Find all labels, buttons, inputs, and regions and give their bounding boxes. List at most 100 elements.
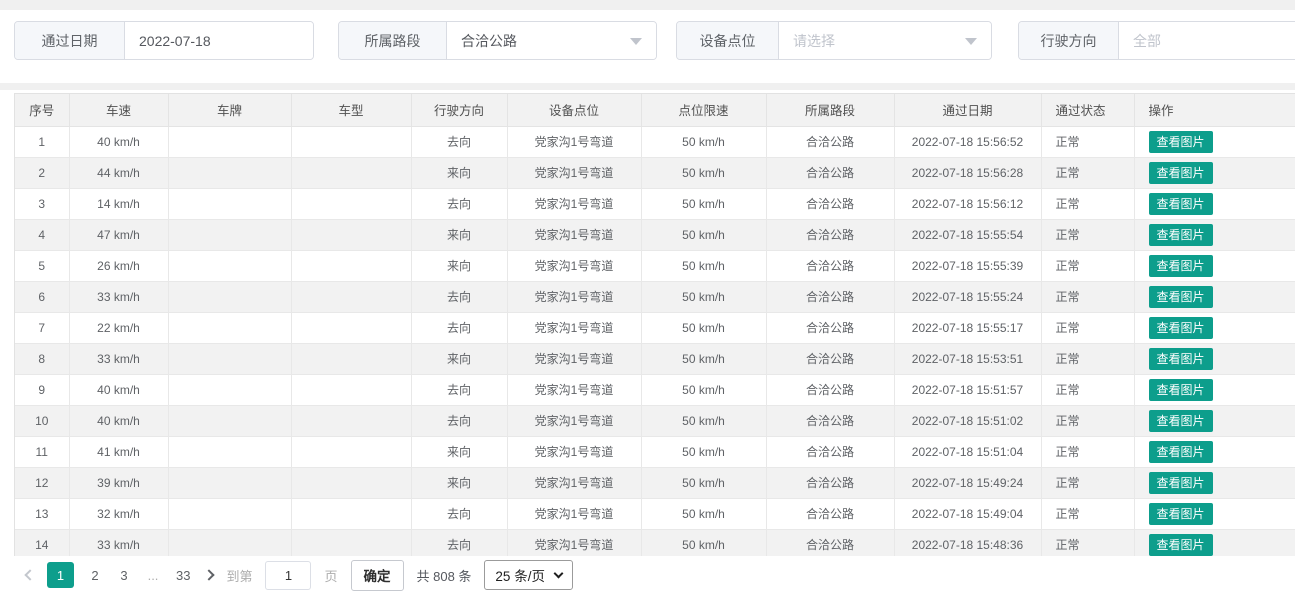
page-button-2[interactable]: 2 — [87, 562, 103, 588]
page-button-33[interactable]: 33 — [174, 562, 192, 588]
cell-status: 正常 — [1041, 374, 1134, 405]
prev-page-button[interactable] — [26, 571, 34, 579]
table-row: 244 km/h来向党家沟1号弯道50 km/h合洽公路2022-07-18 1… — [15, 157, 1295, 188]
cell-status: 正常 — [1041, 312, 1134, 343]
page-size-select[interactable]: 25 条/页 — [484, 560, 573, 590]
cell-time: 2022-07-18 15:55:54 — [894, 219, 1041, 250]
cell-direction: 来向 — [411, 219, 507, 250]
goto-page-input[interactable] — [265, 561, 311, 590]
road-section-select[interactable]: 合洽公路 — [447, 22, 656, 59]
view-image-button[interactable]: 查看图片 — [1149, 162, 1213, 184]
column-header-6: 设备点位 — [507, 94, 641, 126]
cell-speed: 40 km/h — [69, 374, 168, 405]
cell-no: 6 — [15, 281, 69, 312]
cell-model — [291, 250, 411, 281]
cell-limit: 50 km/h — [641, 157, 766, 188]
cell-status: 正常 — [1041, 281, 1134, 312]
cell-plate — [168, 343, 291, 374]
device-point-select[interactable]: 请选择 — [779, 22, 991, 59]
view-image-button[interactable]: 查看图片 — [1149, 410, 1213, 432]
cell-time: 2022-07-18 15:56:12 — [894, 188, 1041, 219]
chevron-right-icon — [204, 569, 215, 580]
column-header-2: 车速 — [69, 94, 168, 126]
cell-plate — [168, 250, 291, 281]
cell-road: 合洽公路 — [766, 219, 894, 250]
cell-plate — [168, 405, 291, 436]
view-image-button[interactable]: 查看图片 — [1149, 441, 1213, 463]
pass-date-label: 通过日期 — [15, 22, 125, 59]
view-image-button[interactable]: 查看图片 — [1149, 472, 1213, 494]
direction-select[interactable]: 全部 — [1119, 22, 1295, 59]
cell-road: 合洽公路 — [766, 126, 894, 157]
goto-suffix-label: 页 — [324, 566, 337, 585]
view-image-button[interactable]: 查看图片 — [1149, 317, 1213, 339]
chevron-down-icon — [554, 568, 564, 578]
filter-road-section: 所属路段 合洽公路 — [338, 21, 657, 60]
cell-time: 2022-07-18 15:49:24 — [894, 467, 1041, 498]
cell-action: 查看图片 — [1134, 219, 1295, 250]
cell-device: 党家沟1号弯道 — [507, 529, 641, 556]
cell-speed: 14 km/h — [69, 188, 168, 219]
view-image-button[interactable]: 查看图片 — [1149, 286, 1213, 308]
cell-plate — [168, 498, 291, 529]
cell-status: 正常 — [1041, 529, 1134, 556]
cell-limit: 50 km/h — [641, 126, 766, 157]
view-image-button[interactable]: 查看图片 — [1149, 131, 1213, 153]
cell-time: 2022-07-18 15:48:36 — [894, 529, 1041, 556]
cell-direction: 来向 — [411, 436, 507, 467]
panel-divider — [0, 83, 1295, 90]
cell-no: 7 — [15, 312, 69, 343]
cell-status: 正常 — [1041, 467, 1134, 498]
cell-device: 党家沟1号弯道 — [507, 467, 641, 498]
cell-limit: 50 km/h — [641, 250, 766, 281]
device-point-placeholder: 请选择 — [793, 31, 835, 51]
cell-action: 查看图片 — [1134, 374, 1295, 405]
pass-date-input[interactable] — [139, 33, 299, 49]
cell-status: 正常 — [1041, 250, 1134, 281]
cell-road: 合洽公路 — [766, 405, 894, 436]
view-image-button[interactable]: 查看图片 — [1149, 503, 1213, 525]
cell-road: 合洽公路 — [766, 498, 894, 529]
cell-action: 查看图片 — [1134, 126, 1295, 157]
cell-plate — [168, 312, 291, 343]
table-row: 1141 km/h来向党家沟1号弯道50 km/h合洽公路2022-07-18 … — [15, 436, 1295, 467]
cell-plate — [168, 467, 291, 498]
column-header-5: 行驶方向 — [411, 94, 507, 126]
direction-label: 行驶方向 — [1019, 22, 1119, 59]
table-row: 1332 km/h去向党家沟1号弯道50 km/h合洽公路2022-07-18 … — [15, 498, 1295, 529]
view-image-button[interactable]: 查看图片 — [1149, 379, 1213, 401]
cell-road: 合洽公路 — [766, 157, 894, 188]
cell-status: 正常 — [1041, 498, 1134, 529]
cell-model — [291, 343, 411, 374]
view-image-button[interactable]: 查看图片 — [1149, 255, 1213, 277]
page-ellipsis: ... — [145, 562, 161, 588]
view-image-button[interactable]: 查看图片 — [1149, 224, 1213, 246]
page-button-3[interactable]: 3 — [116, 562, 132, 588]
view-image-button[interactable]: 查看图片 — [1149, 193, 1213, 215]
cell-speed: 33 km/h — [69, 343, 168, 374]
cell-no: 2 — [15, 157, 69, 188]
cell-direction: 来向 — [411, 250, 507, 281]
cell-device: 党家沟1号弯道 — [507, 343, 641, 374]
cell-speed: 40 km/h — [69, 405, 168, 436]
next-page-button[interactable] — [205, 571, 213, 579]
filter-device-point: 设备点位 请选择 — [676, 21, 992, 60]
cell-time: 2022-07-18 15:56:52 — [894, 126, 1041, 157]
chevron-left-icon — [24, 569, 35, 580]
cell-model — [291, 374, 411, 405]
cell-road: 合洽公路 — [766, 529, 894, 556]
cell-time: 2022-07-18 15:51:57 — [894, 374, 1041, 405]
page-button-1[interactable]: 1 — [47, 562, 74, 588]
cell-no: 1 — [15, 126, 69, 157]
cell-device: 党家沟1号弯道 — [507, 436, 641, 467]
cell-status: 正常 — [1041, 405, 1134, 436]
confirm-button[interactable]: 确定 — [351, 560, 404, 591]
cell-direction: 去向 — [411, 126, 507, 157]
cell-speed: 47 km/h — [69, 219, 168, 250]
cell-status: 正常 — [1041, 219, 1134, 250]
cell-time: 2022-07-18 15:51:04 — [894, 436, 1041, 467]
view-image-button[interactable]: 查看图片 — [1149, 348, 1213, 370]
view-image-button[interactable]: 查看图片 — [1149, 534, 1213, 556]
road-section-label: 所属路段 — [339, 22, 447, 59]
table-row: 526 km/h来向党家沟1号弯道50 km/h合洽公路2022-07-18 1… — [15, 250, 1295, 281]
